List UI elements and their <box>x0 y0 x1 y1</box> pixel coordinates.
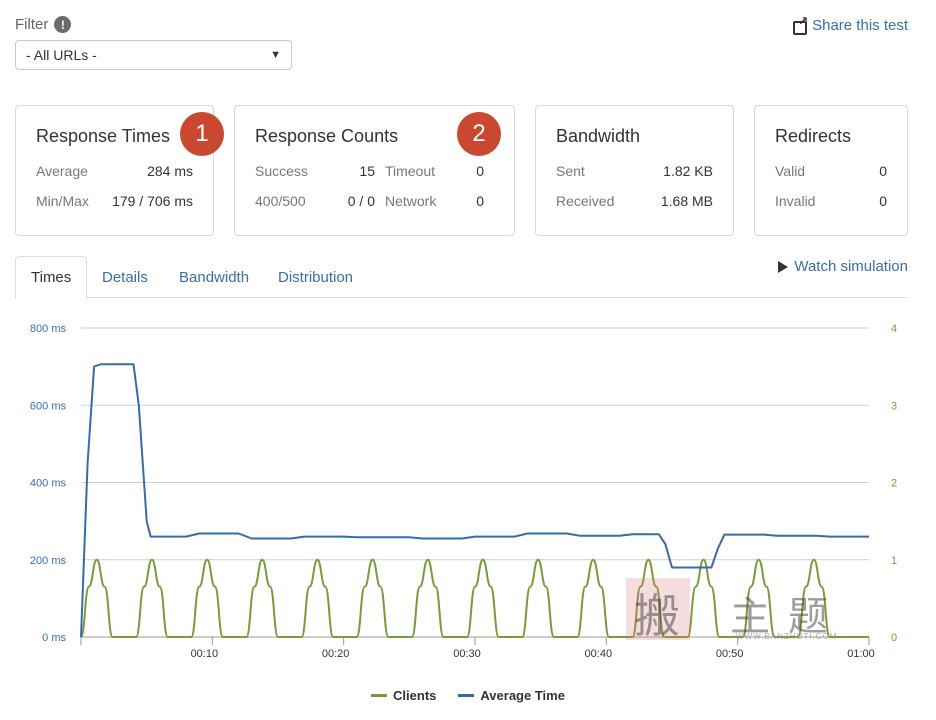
tab-times[interactable]: Times <box>15 256 88 299</box>
received-value: 1.68 MB <box>660 193 713 209</box>
filter-label: Filter ! <box>15 16 72 33</box>
redirects-card: Redirects Valid 0 Invalid 0 <box>754 105 908 236</box>
share-icon <box>793 14 808 35</box>
legend-label-average-time: Average Time <box>480 688 565 703</box>
legend-label-clients: Clients <box>393 688 437 703</box>
x-tick-label: 00:10 <box>191 648 219 660</box>
success-value: 15 <box>359 163 375 179</box>
play-icon <box>778 260 789 273</box>
url-filter-selected: - All URLs - <box>26 47 97 63</box>
response-times-card: Response Times 1 Average 284 ms Min/Max … <box>15 105 224 236</box>
y-right-tick-label: 4 <box>891 323 897 335</box>
card-title: Response Counts <box>255 126 399 146</box>
watermark-url: WWW.BANZHUTI.COM <box>736 632 838 641</box>
share-link-label: Share this test <box>812 17 908 34</box>
x-tick-label: 00:30 <box>453 648 481 660</box>
watch-simulation-label: Watch simulation <box>794 258 908 275</box>
invalid-label: Invalid <box>775 193 816 209</box>
x-tick-label: 00:40 <box>585 648 613 660</box>
minmax-value: 179 / 706 ms <box>112 193 193 209</box>
chevron-down-icon: ▼ <box>270 49 281 61</box>
chart-tabs: Times Details Bandwidth Distribution <box>15 256 908 299</box>
legend-swatch-clients <box>371 694 388 697</box>
error-label: 400/500 <box>255 193 306 209</box>
network-value: 0 <box>476 193 484 209</box>
bandwidth-card: Bandwidth Sent 1.82 KB Received 1.68 MB <box>535 105 734 236</box>
success-label: Success <box>255 163 308 179</box>
y-right-tick-label: 3 <box>891 400 897 412</box>
watermark-char: 搬 <box>634 589 680 643</box>
tab-bandwidth[interactable]: Bandwidth <box>164 256 264 298</box>
minmax-label: Min/Max <box>36 193 89 209</box>
average-label: Average <box>36 163 88 179</box>
share-link[interactable]: Share this test <box>793 14 908 35</box>
url-filter-select[interactable]: - All URLs - ▼ <box>15 40 292 70</box>
network-label: Network <box>385 193 437 209</box>
card-title: Bandwidth <box>556 126 641 146</box>
tab-details[interactable]: Details <box>87 256 163 298</box>
average-value: 284 ms <box>147 163 193 179</box>
timeout-value: 0 <box>476 163 484 179</box>
error-value: 0 / 0 <box>347 193 375 209</box>
valid-label: Valid <box>775 163 806 179</box>
y-right-tick-label: 0 <box>891 632 897 644</box>
y-left-tick-label: 200 ms <box>30 555 67 567</box>
y-left-tick-label: 0 ms <box>42 632 66 644</box>
received-label: Received <box>556 193 615 209</box>
card-title: Response Times <box>36 126 171 146</box>
sent-value: 1.82 KB <box>663 163 713 179</box>
watermark: 搬 主 题 WWW.BANZHUTI.COM <box>626 578 846 643</box>
legend-item-average-time[interactable]: Average Time <box>458 688 565 703</box>
callout-badge-1: 1 <box>180 112 224 156</box>
invalid-value: 0 <box>879 193 887 209</box>
sent-label: Sent <box>556 163 585 179</box>
x-tick-label: 01:00 <box>847 648 875 660</box>
x-tick-label: 00:50 <box>716 648 744 660</box>
watch-simulation-link[interactable]: Watch simulation <box>778 258 908 275</box>
tab-distribution[interactable]: Distribution <box>263 256 368 298</box>
callout-badge-2: 2 <box>457 112 501 156</box>
timeout-label: Timeout <box>385 163 436 179</box>
y-left-tick-label: 600 ms <box>30 400 67 412</box>
y-left-tick-label: 800 ms <box>30 323 67 335</box>
filter-label-text: Filter <box>15 16 49 33</box>
response-counts-card: Response Counts 2 Success 15 Timeout 0 4… <box>234 105 515 236</box>
legend-swatch-average-time <box>458 694 475 697</box>
legend-item-clients[interactable]: Clients <box>371 688 436 703</box>
card-title: Redirects <box>775 126 852 146</box>
y-left-tick-label: 400 ms <box>30 478 67 490</box>
y-right-tick-label: 1 <box>891 555 897 567</box>
chart-legend: Clients Average Time <box>0 688 936 703</box>
info-icon[interactable]: ! <box>54 16 72 33</box>
x-tick-label: 00:20 <box>322 648 350 660</box>
valid-value: 0 <box>879 163 887 179</box>
y-right-tick-label: 2 <box>891 478 897 490</box>
